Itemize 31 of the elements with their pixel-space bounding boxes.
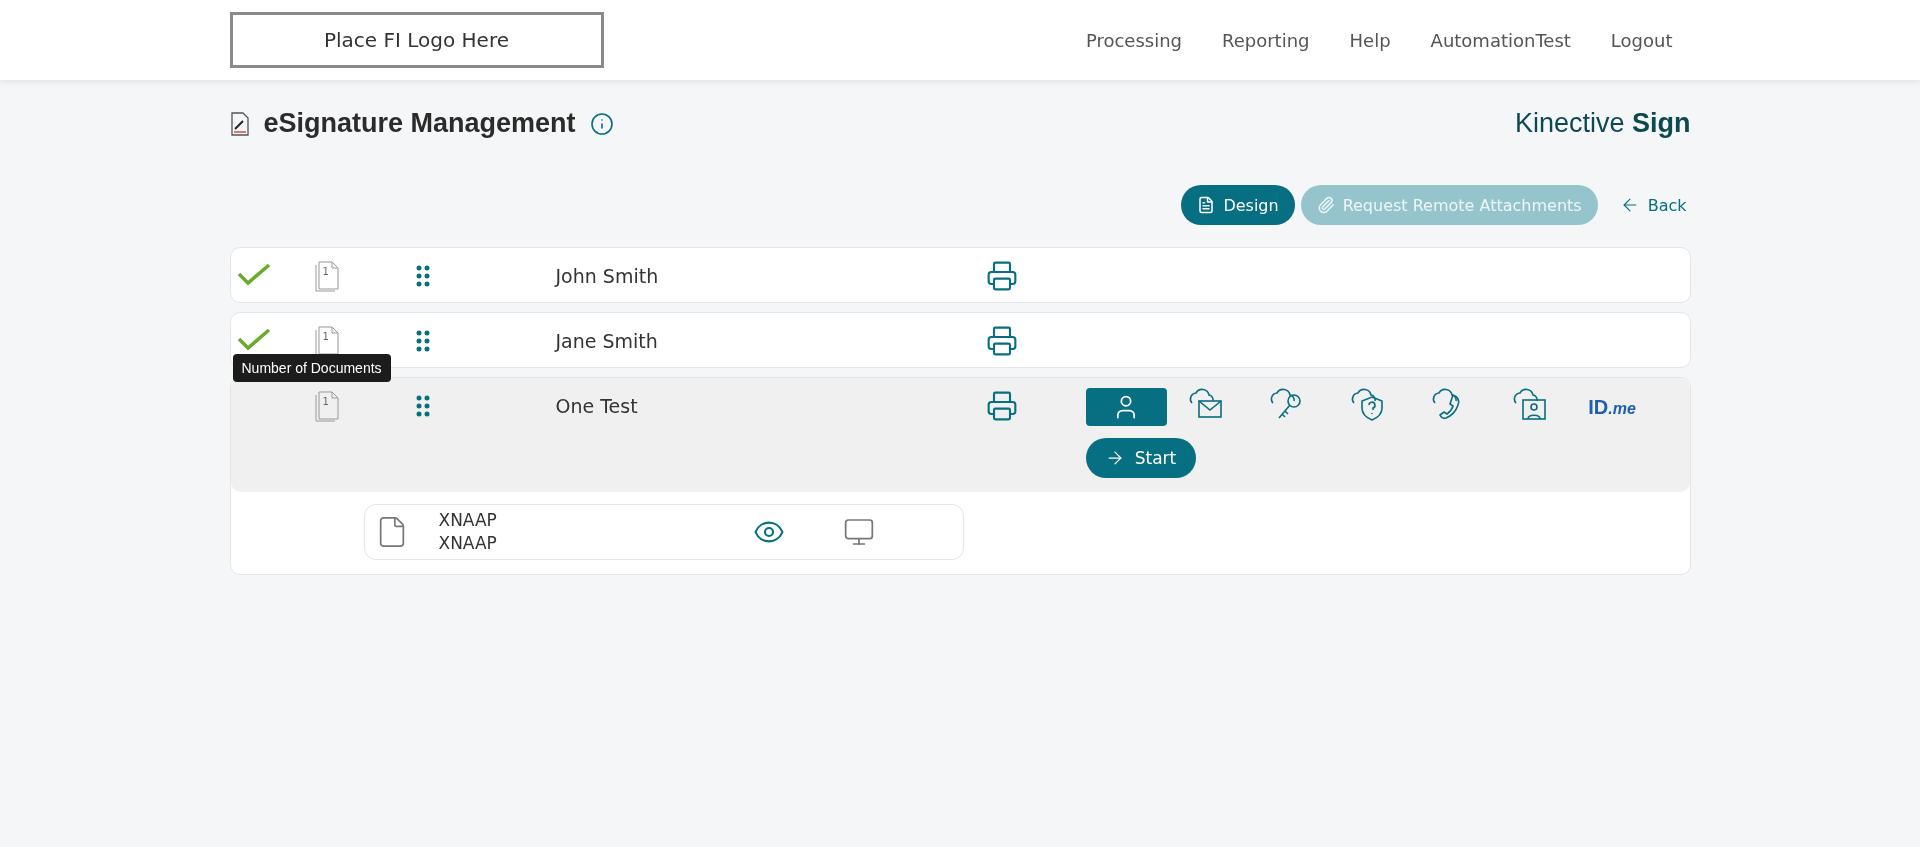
check-icon [236, 262, 271, 286]
document-title: XNAAP [438, 509, 498, 532]
brand-name: Kinective Sign [1514, 108, 1691, 139]
tooltip: Number of Documents [232, 354, 391, 382]
nav-link[interactable]: Logout [1610, 29, 1673, 51]
signer-name: John Smith [555, 265, 659, 287]
signed-document-icon [229, 111, 250, 136]
paperclip-icon [1316, 196, 1335, 214]
back-link[interactable]: Back [1615, 195, 1691, 215]
printer-icon[interactable] [985, 390, 1018, 422]
check-icon [236, 327, 271, 351]
info-icon[interactable] [589, 111, 614, 136]
drag-handle-icon[interactable] [415, 395, 430, 417]
nav-link[interactable]: Reporting [1222, 29, 1310, 51]
printer-icon[interactable] [985, 325, 1018, 357]
logo-placeholder-field: Place FI Logo Here [229, 12, 604, 68]
nav-link[interactable]: Processing [1085, 29, 1182, 51]
auth-method-tab[interactable]: ID.me [1571, 388, 1653, 426]
page-title: eSignature Management [263, 108, 576, 139]
document-icon [1197, 196, 1216, 214]
signer-name: Jane Smith [555, 330, 658, 352]
drag-handle-icon[interactable] [415, 330, 430, 352]
nav-link[interactable]: AutomationTest [1430, 29, 1571, 51]
design-button[interactable]: Design [1181, 185, 1295, 225]
signer-name: One Test [555, 395, 638, 417]
auth-method-tab[interactable] [1085, 388, 1167, 426]
start-button[interactable]: Start [1085, 438, 1196, 478]
printer-icon[interactable] [985, 260, 1018, 292]
nav-link[interactable]: Help [1349, 29, 1391, 51]
document-subtitle: XNAAP [438, 531, 498, 555]
drag-handle-icon[interactable] [415, 265, 430, 287]
